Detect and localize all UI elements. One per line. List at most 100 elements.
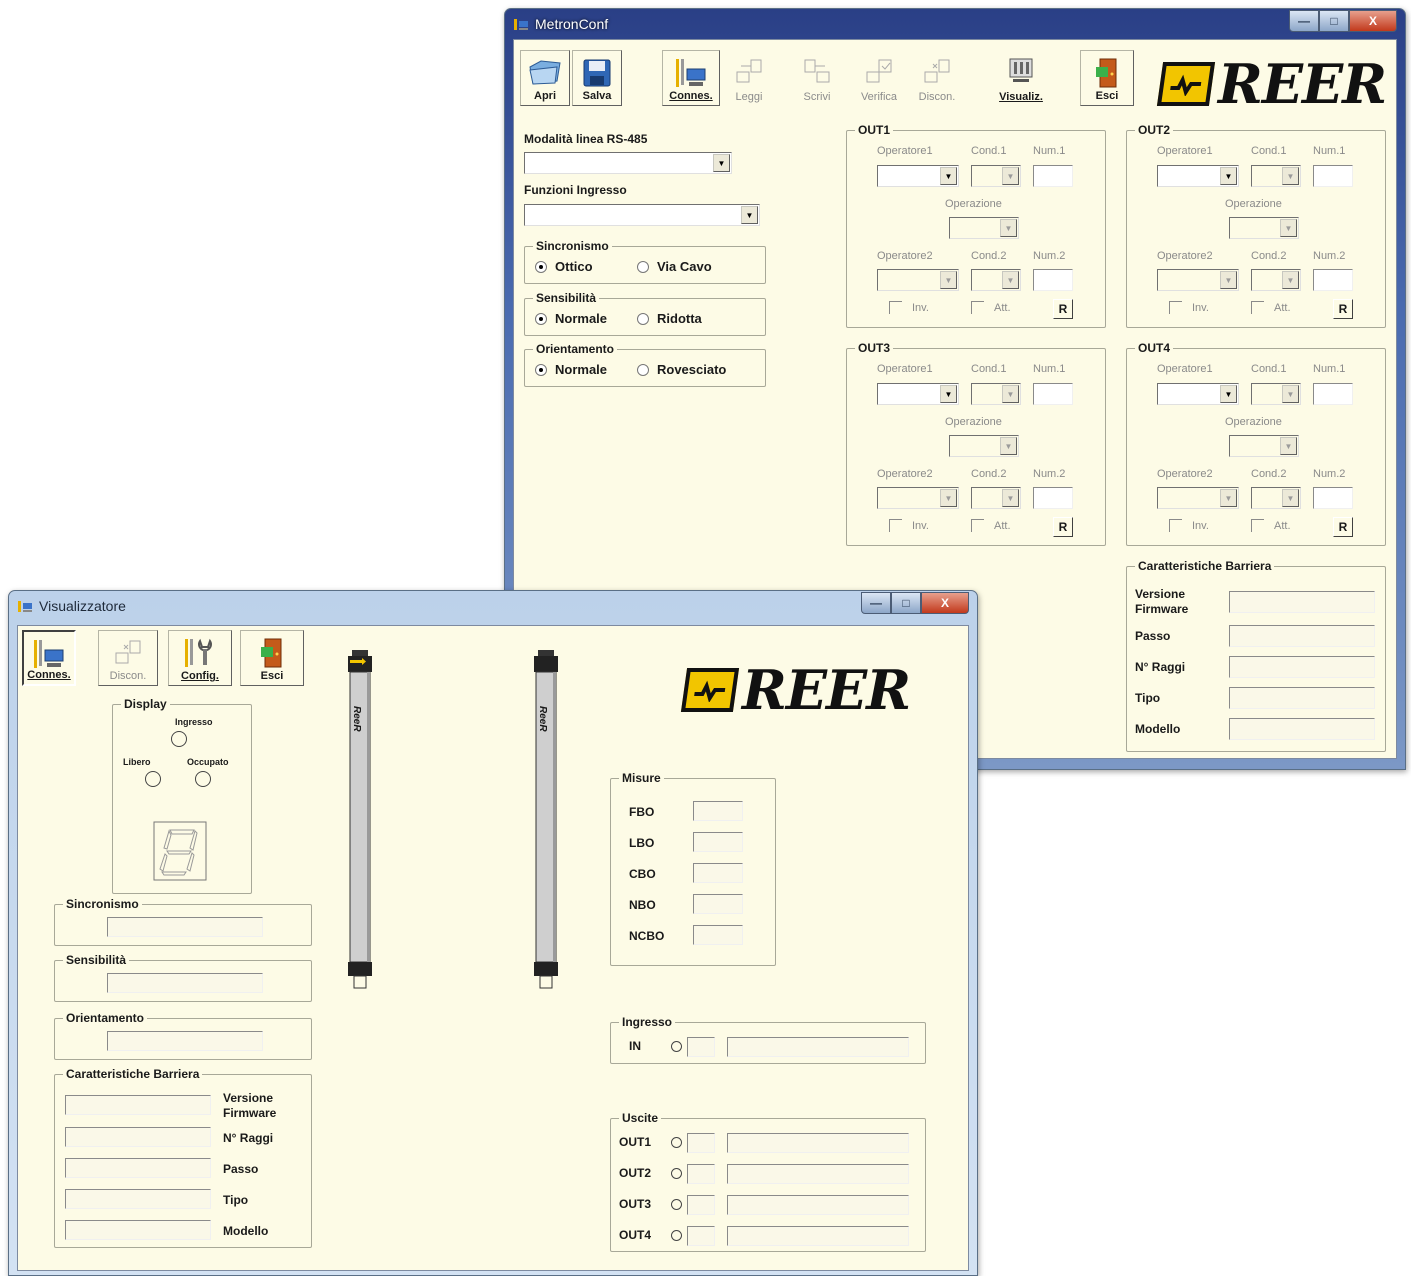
salva-button[interactable]: Salva xyxy=(572,50,622,106)
operator-combo[interactable]: ▼ xyxy=(877,165,959,187)
leggi-button[interactable]: Leggi xyxy=(724,50,774,106)
num1-field[interactable] xyxy=(1033,165,1073,187)
att-checkbox[interactable]: Att. xyxy=(971,519,1011,532)
connect-icon xyxy=(676,59,706,87)
rs485-combo[interactable]: ▼ xyxy=(524,152,732,174)
radio-on-icon xyxy=(535,261,547,273)
operator-combo[interactable]: ▼ xyxy=(971,165,1021,187)
inv-checkbox[interactable]: Inv. xyxy=(889,301,929,314)
verifica-button[interactable]: Verifica xyxy=(852,50,906,106)
minimize-button[interactable]: — xyxy=(1289,10,1319,32)
uscita-out3-label: OUT3 xyxy=(619,1197,652,1211)
chevron-down-icon: ▼ xyxy=(1280,437,1297,455)
operator-combo[interactable]: ▼ xyxy=(949,435,1019,457)
chevron-down-icon: ▼ xyxy=(1002,489,1019,507)
operator-combo[interactable]: ▼ xyxy=(1251,165,1301,187)
operator-combo[interactable]: ▼ xyxy=(1157,269,1239,291)
receiver-brand-label: ReeR xyxy=(537,706,548,732)
num1-field[interactable] xyxy=(1313,165,1353,187)
inv-checkbox[interactable]: Inv. xyxy=(1169,519,1209,532)
discon-button[interactable]: Discon. xyxy=(910,50,964,106)
chevron-down-icon: ▼ xyxy=(1220,385,1237,403)
fbo-label: FBO xyxy=(629,805,655,819)
apri-button[interactable]: Apri xyxy=(520,50,570,106)
visualizzatore-titlebar[interactable]: Visualizzatore — □ X xyxy=(9,591,977,621)
reset-button[interactable]: R xyxy=(1053,517,1073,537)
num2-field[interactable] xyxy=(1033,487,1073,509)
operator-combo[interactable]: ▼ xyxy=(971,487,1021,509)
visualiz-button[interactable]: Visualiz. xyxy=(992,50,1050,106)
tipo-label: Tipo xyxy=(1135,691,1161,705)
versione-firmware-field xyxy=(1229,591,1375,613)
metronconf-titlebar[interactable]: MetronConf — □ X xyxy=(505,9,1405,39)
maximize-button[interactable]: □ xyxy=(1319,10,1349,32)
num2-label: Num.2 xyxy=(1033,468,1066,480)
att-checkbox[interactable]: Att. xyxy=(1251,519,1291,532)
inv-checkbox[interactable]: Inv. xyxy=(889,519,929,532)
orientamento-normale-radio[interactable]: Normale xyxy=(535,362,607,378)
operator-combo[interactable]: ▼ xyxy=(1157,165,1239,187)
cond1-label: Cond.1 xyxy=(971,145,1007,157)
chevron-down-icon: ▼ xyxy=(1220,167,1237,185)
operator-combo[interactable]: ▼ xyxy=(971,383,1021,405)
operator-combo[interactable]: ▼ xyxy=(971,269,1021,291)
modello-label: Modello xyxy=(1135,722,1181,736)
rovesciato-radio[interactable]: Rovesciato xyxy=(637,362,726,378)
minimize-button[interactable]: — xyxy=(861,592,891,614)
esci-button[interactable]: Esci xyxy=(240,630,304,686)
num1-field[interactable] xyxy=(1313,383,1353,405)
connes-button[interactable]: Connes. xyxy=(662,50,720,106)
operator-combo[interactable]: ▼ xyxy=(877,269,959,291)
operatore1-label: Operatore1 xyxy=(877,145,933,157)
operatore2-label: Operatore2 xyxy=(877,250,933,262)
maximize-button[interactable]: □ xyxy=(891,592,921,614)
operator-combo[interactable]: ▼ xyxy=(949,217,1019,239)
num2-field[interactable] xyxy=(1313,269,1353,291)
operator-combo[interactable]: ▼ xyxy=(1251,383,1301,405)
reset-button[interactable]: R xyxy=(1333,517,1353,537)
esci-button[interactable]: Esci xyxy=(1080,50,1134,106)
normale-label: Normale xyxy=(555,311,608,326)
operator-combo[interactable]: ▼ xyxy=(1229,217,1299,239)
operator-combo[interactable]: ▼ xyxy=(1157,383,1239,405)
connes-button[interactable]: Connes. xyxy=(22,630,76,686)
checkbox-icon xyxy=(1251,519,1264,532)
operator-combo[interactable]: ▼ xyxy=(1229,435,1299,457)
operator-combo[interactable]: ▼ xyxy=(877,487,959,509)
via-cavo-radio[interactable]: Via Cavo xyxy=(637,259,712,275)
ingresso-functions-combo[interactable]: ▼ xyxy=(524,204,760,226)
att-label: Att. xyxy=(1274,519,1291,532)
connes-label: Connes. xyxy=(669,90,713,102)
operator-combo[interactable]: ▼ xyxy=(1157,487,1239,509)
esci-label: Esci xyxy=(1095,90,1119,102)
reset-button[interactable]: R xyxy=(1333,299,1353,319)
inv-checkbox[interactable]: Inv. xyxy=(1169,301,1209,314)
ottico-radio[interactable]: Ottico xyxy=(535,259,593,275)
operator-combo[interactable]: ▼ xyxy=(1251,269,1301,291)
close-button[interactable]: X xyxy=(1349,10,1397,32)
config-button[interactable]: Config. xyxy=(168,630,232,686)
operatore1-label: Operatore1 xyxy=(877,363,933,375)
num2-field[interactable] xyxy=(1313,487,1353,509)
raggi-label: N° Raggi xyxy=(223,1131,274,1145)
orientamento-title: Orientamento xyxy=(63,1010,148,1026)
att-label: Att. xyxy=(994,519,1011,532)
ottico-label: Ottico xyxy=(555,259,593,274)
close-button[interactable]: X xyxy=(921,592,969,614)
operator-combo[interactable]: ▼ xyxy=(1251,487,1301,509)
num2-field[interactable] xyxy=(1033,269,1073,291)
ridotta-radio[interactable]: Ridotta xyxy=(637,311,702,327)
reset-button[interactable]: R xyxy=(1053,299,1073,319)
scrivi-button[interactable]: Scrivi xyxy=(792,50,842,106)
operator-combo[interactable]: ▼ xyxy=(877,383,959,405)
att-checkbox[interactable]: Att. xyxy=(1251,301,1291,314)
radio-on-icon xyxy=(535,313,547,325)
num1-field[interactable] xyxy=(1033,383,1073,405)
num1-label: Num.1 xyxy=(1313,145,1346,157)
passo-field xyxy=(1229,625,1375,647)
discon-button[interactable]: Discon. xyxy=(98,630,158,686)
uscite-title: Uscite xyxy=(619,1110,662,1126)
cond1-label: Cond.1 xyxy=(971,363,1007,375)
att-checkbox[interactable]: Att. xyxy=(971,301,1011,314)
sensibilita-normale-radio[interactable]: Normale xyxy=(535,311,607,327)
